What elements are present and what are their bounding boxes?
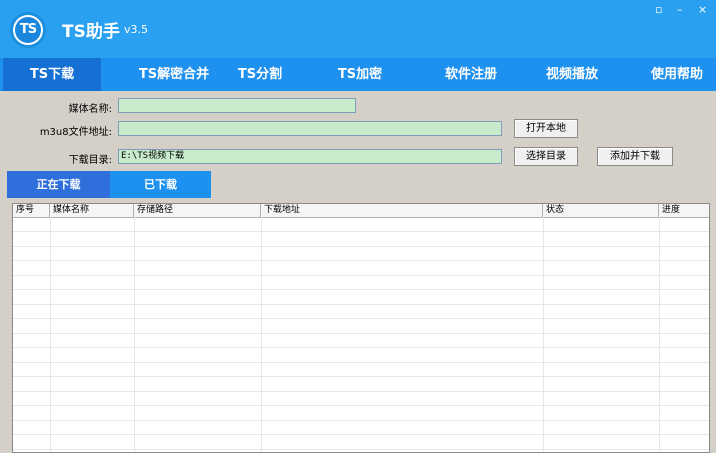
tab-video-play[interactable]: 视频播放: [533, 58, 611, 91]
download-table[interactable]: 序号 媒体名称 存储路径 下载地址 状态 进度: [12, 203, 710, 453]
restore-icon[interactable]: ▫: [655, 3, 662, 16]
main-nav: TS下载 TS解密合并 TS分割 TS加密 软件注册 视频播放 使用帮助: [0, 58, 716, 91]
table-row-line: [13, 376, 709, 377]
title-bar: TS TS助手 v3.5 ▫ – ×: [0, 0, 716, 58]
table-row-line: [13, 333, 709, 334]
minimize-icon[interactable]: –: [677, 3, 683, 16]
subtab-downloading[interactable]: 正在下载: [7, 171, 110, 198]
table-row-line: [13, 405, 709, 406]
table-row-line: [13, 231, 709, 232]
close-icon[interactable]: ×: [698, 3, 707, 16]
table-row-line: [13, 449, 709, 450]
table-row-line: [13, 318, 709, 319]
table-row-line: [13, 246, 709, 247]
table-row-line: [13, 289, 709, 290]
tab-ts-download[interactable]: TS下载: [3, 58, 101, 91]
tab-help[interactable]: 使用帮助: [638, 58, 716, 91]
download-dir-label: 下载目录:: [68, 155, 112, 166]
app-title: TS助手: [62, 22, 120, 42]
column-header-status[interactable]: 状态: [543, 204, 659, 217]
tab-ts-decrypt-merge[interactable]: TS解密合并: [125, 58, 223, 91]
tab-software-register[interactable]: 软件注册: [432, 58, 510, 91]
column-header-index[interactable]: 序号: [13, 204, 50, 217]
open-local-button[interactable]: 打开本地: [514, 119, 578, 138]
table-column-line: [261, 217, 262, 452]
app-logo-icon: TS: [10, 12, 46, 48]
add-download-button[interactable]: 添加并下载: [597, 147, 673, 166]
table-column-line: [50, 217, 51, 452]
table-row-line: [13, 275, 709, 276]
media-name-label: 媒体名称:: [68, 104, 112, 115]
tab-ts-encrypt[interactable]: TS加密: [328, 58, 392, 91]
table-row-line: [13, 391, 709, 392]
table-row-line: [13, 362, 709, 363]
tab-ts-split[interactable]: TS分割: [228, 58, 292, 91]
table-row-line: [13, 260, 709, 261]
table-row-line: [13, 420, 709, 421]
column-header-download-url[interactable]: 下载地址: [261, 204, 543, 217]
app-logo-text: TS: [15, 17, 41, 43]
column-header-storage-path[interactable]: 存储路径: [134, 204, 261, 217]
m3u8-url-label: m3u8文件地址:: [39, 127, 112, 138]
choose-dir-button[interactable]: 选择目录: [514, 147, 578, 166]
table-row-line: [13, 347, 709, 348]
column-header-progress[interactable]: 进度: [659, 204, 709, 217]
subtab-downloaded[interactable]: 已下载: [110, 171, 211, 198]
m3u8-url-input[interactable]: [118, 121, 502, 136]
media-name-input[interactable]: [118, 98, 356, 113]
table-column-line: [134, 217, 135, 452]
column-header-media-name[interactable]: 媒体名称: [50, 204, 134, 217]
table-column-line: [659, 217, 660, 452]
table-row-line: [13, 434, 709, 435]
table-column-line: [543, 217, 544, 452]
table-row-line: [13, 304, 709, 305]
app-version: v3.5: [124, 23, 149, 36]
download-dir-input[interactable]: E:\TS视频下载: [118, 149, 502, 164]
table-header: 序号 媒体名称 存储路径 下载地址 状态 进度: [13, 204, 709, 218]
